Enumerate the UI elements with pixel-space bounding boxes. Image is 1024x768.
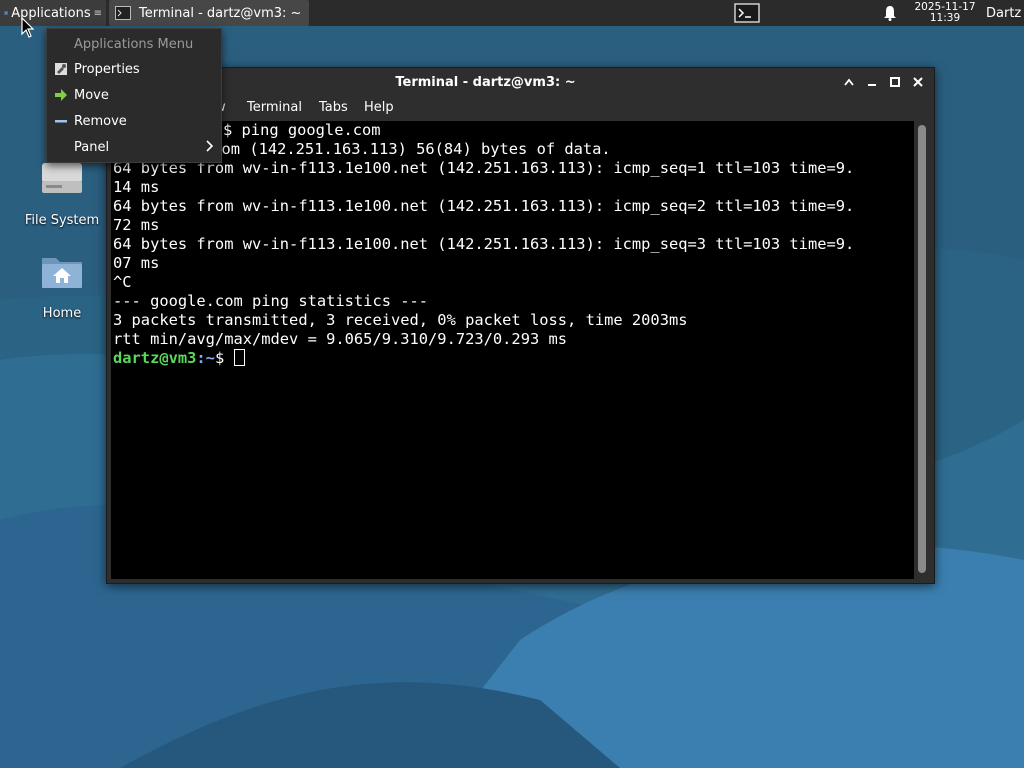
desktop-icon-home[interactable]: Home xyxy=(7,248,117,321)
menu-grip-icon: ≡ xyxy=(93,7,102,19)
desktop-icon-label: Home xyxy=(42,306,82,321)
menu-item-panel[interactable]: Panel xyxy=(47,134,221,160)
desktop-icon-label: File System xyxy=(24,213,100,228)
chevron-right-icon xyxy=(206,140,213,152)
scrollbar-thumb[interactable] xyxy=(918,125,926,573)
notification-bell-icon[interactable] xyxy=(880,0,900,26)
terminal-line: $ ping google.com xyxy=(223,121,381,139)
terminal-line: 14 ms xyxy=(113,178,160,196)
minimize-button[interactable] xyxy=(862,72,882,92)
prompt-user: dartz@vm3 xyxy=(113,349,197,367)
chevron-up-icon xyxy=(844,78,854,86)
terminal-window: Terminal - dartz@vm3: ~ w Terminal Tabs … xyxy=(106,67,935,584)
terminal-line: 72 ms xyxy=(113,216,160,234)
applications-menu-button[interactable]: Applications ≡ xyxy=(0,0,106,26)
prompt-symbol: $ xyxy=(214,349,234,367)
terminal-menubar: w Terminal Tabs Help xyxy=(107,96,934,120)
applications-context-menu: Applications Menu Properties Move Remove… xyxy=(46,28,222,163)
prompt-path: :~ xyxy=(196,349,215,367)
terminal-line: 64 bytes from wv-in-f113.1e100.net (142.… xyxy=(113,235,855,253)
xfce-logo-icon xyxy=(4,11,8,15)
properties-icon xyxy=(54,62,68,76)
window-title-bar[interactable]: Terminal - dartz@vm3: ~ xyxy=(107,68,934,96)
maximize-icon xyxy=(890,77,900,87)
menu-tabs[interactable]: Tabs xyxy=(319,100,348,115)
workspace-switcher[interactable] xyxy=(731,0,762,26)
shade-window-button[interactable] xyxy=(839,72,859,92)
user-name: Dartz xyxy=(986,5,1022,21)
context-menu-title: Applications Menu xyxy=(74,37,194,52)
close-button[interactable] xyxy=(908,72,928,92)
menu-item-remove[interactable]: Remove xyxy=(47,108,221,134)
menu-item-move[interactable]: Move xyxy=(47,82,221,108)
remove-icon xyxy=(54,114,68,128)
user-menu-button[interactable]: Dartz xyxy=(986,0,1024,26)
close-icon xyxy=(913,77,923,87)
panel-clock[interactable]: 2025-11-17 11:39 xyxy=(906,0,984,26)
taskbar-item-label: Terminal - dartz@vm3: ~ xyxy=(139,5,302,21)
terminal-line: .com (142.251.163.113) 56(84) bytes of d… xyxy=(203,140,611,158)
terminal-line: rtt min/avg/max/mdev = 9.065/9.310/9.723… xyxy=(113,330,568,348)
terminal-line: ^C xyxy=(113,273,132,291)
terminal-prompt-line: dartz@vm3:~$ xyxy=(111,349,914,368)
terminal-output[interactable]: $ ping google.com .com (142.251.163.113)… xyxy=(111,121,914,579)
terminal-cursor xyxy=(233,349,245,366)
taskbar-item-terminal[interactable]: Terminal - dartz@vm3: ~ xyxy=(109,0,309,26)
menu-help[interactable]: Help xyxy=(364,100,394,115)
terminal-line: 64 bytes from wv-in-f113.1e100.net (142.… xyxy=(113,159,855,177)
clock-time: 11:39 xyxy=(929,12,961,24)
top-panel: Applications ≡ Terminal - dartz@vm3: ~ 2… xyxy=(0,0,1024,26)
terminal-app-icon xyxy=(115,6,131,20)
mouse-pointer-icon xyxy=(21,17,35,38)
move-arrow-icon xyxy=(54,88,68,102)
terminal-line: --- google.com ping statistics --- xyxy=(113,292,429,310)
home-folder-icon xyxy=(42,258,82,288)
terminal-line: 07 ms xyxy=(113,254,160,272)
terminal-line: 3 packets transmitted, 3 received, 0% pa… xyxy=(113,311,688,329)
menu-item-properties[interactable]: Properties xyxy=(47,56,221,82)
desktop-icon-file-system[interactable]: File System xyxy=(7,155,117,228)
terminal-workspace-icon xyxy=(733,3,760,23)
maximize-button[interactable] xyxy=(885,72,905,92)
minimize-icon xyxy=(868,84,876,86)
terminal-scrollbar[interactable] xyxy=(915,121,929,579)
terminal-line: 64 bytes from wv-in-f113.1e100.net (142.… xyxy=(113,197,855,215)
menu-terminal[interactable]: Terminal xyxy=(247,100,302,115)
